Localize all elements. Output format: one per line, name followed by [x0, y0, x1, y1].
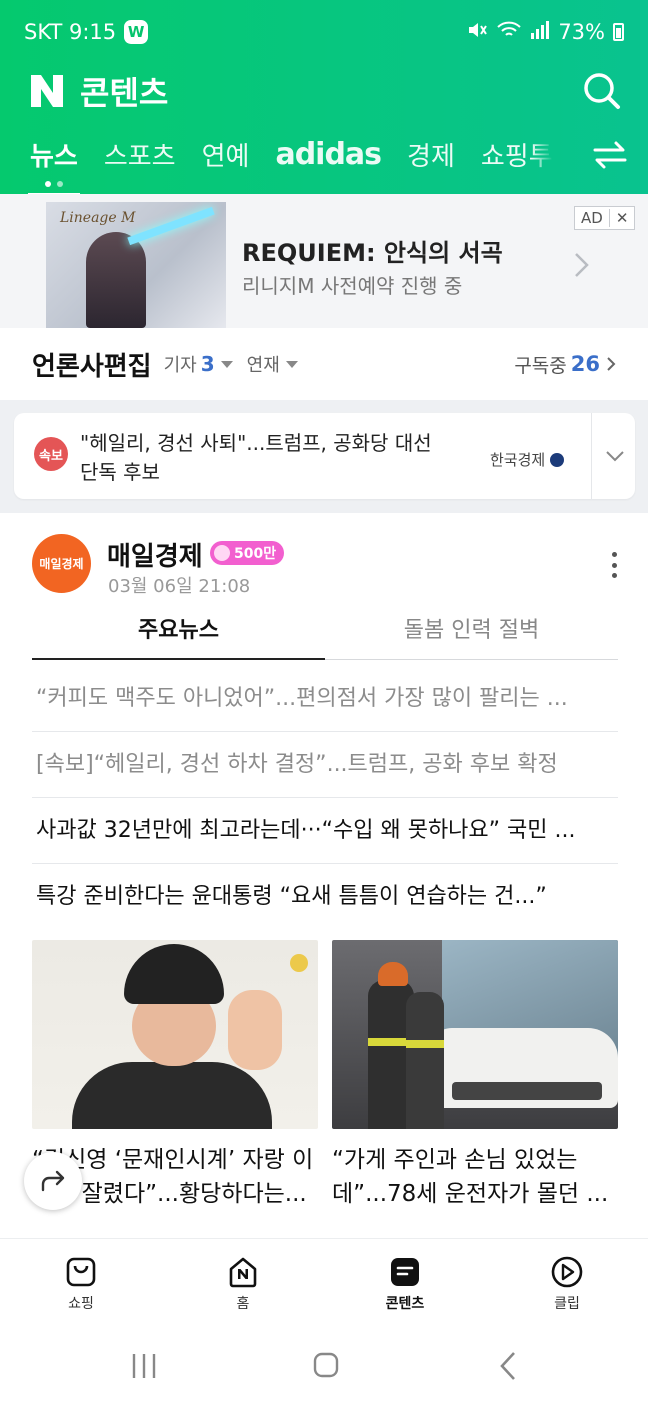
tab-main-news[interactable]: 주요뉴스 — [32, 606, 325, 660]
app-notification-icon: W — [124, 20, 149, 44]
ad-close-icon[interactable]: ✕ — [608, 209, 635, 227]
battery-percent: 73% — [558, 20, 605, 44]
status-carrier-time: SKT 9:15 — [24, 20, 117, 44]
subscriber-badge: 500만 — [210, 541, 285, 565]
home-nav-icon — [313, 1352, 339, 1378]
home-nav-button[interactable] — [306, 1348, 346, 1384]
tab-news[interactable]: 뉴스 — [28, 136, 80, 197]
more-options-icon[interactable] — [602, 548, 626, 582]
swap-arrows-icon — [593, 141, 627, 169]
wifi-icon — [496, 20, 522, 45]
publisher-name[interactable]: 매일경제 — [107, 536, 203, 573]
breaking-source: 한국경제 — [490, 449, 565, 470]
tab-economy[interactable]: 경제 — [407, 136, 455, 173]
search-button[interactable] — [580, 69, 624, 113]
bottom-tab-bar: 쇼핑 홈 콘텐츠 클립 — [0, 1238, 648, 1326]
headline-item[interactable]: 특강 준비한다는 윤대통령 “요새 틈틈이 연습하는 건...” — [32, 864, 618, 930]
ad-title[interactable]: REQUIEM: 안식의 서곡 — [242, 233, 503, 268]
top-header: SKT 9:15 W 73% 콘텐츠 뉴스 스포츠 연예 adidas 경제 쇼… — [0, 0, 648, 197]
expand-chevron-down-icon[interactable] — [604, 445, 626, 467]
news-thumbnail[interactable] — [32, 940, 318, 1129]
ad-game-logo: Lineage M — [60, 210, 136, 226]
publisher-tabs: 주요뉴스 돌봄 인력 절벽 — [32, 606, 618, 660]
home-icon — [229, 1257, 257, 1288]
edit-tabs-button[interactable] — [592, 140, 628, 170]
tabbar-home[interactable]: 홈 — [162, 1239, 324, 1326]
caret-down-icon — [220, 360, 233, 368]
star-icon — [214, 545, 230, 561]
press-edit-header: 언론사편집 기자 3 연재 구독중 26 — [0, 328, 648, 400]
mute-icon — [466, 20, 488, 45]
news-card-title[interactable]: “가게 주인과 손님 있었는데”...78세 운전자가 몰던 ... — [332, 1143, 618, 1211]
breaking-headline[interactable]: "헤일리, 경선 사퇴"...트럼프, 공화당 대선 단독 후보 — [80, 429, 440, 487]
signal-icon — [530, 20, 550, 45]
status-bar: SKT 9:15 W 73% — [24, 14, 624, 50]
ad-subtitle[interactable]: 리니지M 사전예약 진행 중 — [242, 270, 462, 299]
subscribed-link[interactable]: 구독중 26 — [514, 351, 618, 378]
tab-shopping[interactable]: 쇼핑투 — [481, 136, 553, 173]
news-cards: “김신영 ‘문재인시계’ 자랑 이유로 잘렸다”...황당하다는... “가게 … — [32, 940, 618, 1211]
tab-sports[interactable]: 스포츠 — [104, 136, 176, 173]
chevron-right-icon — [607, 357, 616, 371]
battery-icon — [613, 23, 624, 41]
breaking-badge: 속보 — [34, 437, 68, 471]
headline-item[interactable]: “커피도 맥주도 아니었어”...편의점서 가장 많이 팔리는 ... — [32, 666, 618, 732]
recent-apps-button[interactable] — [124, 1348, 164, 1384]
tab-page-dots — [44, 180, 63, 187]
tabbar-contents[interactable]: 콘텐츠 — [324, 1239, 486, 1326]
press-logo-icon — [550, 452, 565, 467]
page-title: 콘텐츠 — [80, 74, 169, 112]
system-nav-bar — [0, 1326, 648, 1404]
headline-list: “커피도 맥주도 아니었어”...편의점서 가장 많이 팔리는 ... [속보]… — [32, 666, 618, 930]
headline-item[interactable]: [속보]“헤일리, 경선 하차 결정”...트럼프, 공화 후보 확정 — [32, 732, 618, 798]
ad-label: AD — [581, 209, 603, 227]
news-card[interactable]: “가게 주인과 손님 있었는데”...78세 운전자가 몰던 ... — [332, 940, 618, 1211]
chevron-right-icon[interactable] — [570, 250, 592, 280]
back-chevron-icon — [500, 1352, 515, 1380]
ad-image[interactable]: Lineage M — [46, 202, 226, 328]
tabbar-shopping[interactable]: 쇼핑 — [0, 1239, 162, 1326]
naver-logo-icon[interactable] — [28, 72, 66, 110]
ad-badge[interactable]: AD ✕ — [574, 206, 636, 230]
caret-down-icon — [285, 360, 298, 368]
news-thumbnail[interactable] — [332, 940, 618, 1129]
tab-entertainment[interactable]: 연예 — [202, 136, 250, 173]
share-arrow-icon — [41, 1170, 65, 1192]
press-edit-title: 언론사편집 — [32, 351, 152, 382]
headline-item[interactable]: 사과값 32년만에 최고라는데···“수입 왜 못하나요” 국민 ... — [32, 798, 618, 864]
back-button[interactable] — [488, 1348, 528, 1384]
tabbar-clip[interactable]: 클립 — [486, 1239, 648, 1326]
publisher-logo[interactable]: 매일경제 — [32, 534, 91, 593]
search-icon — [584, 73, 620, 109]
breaking-news-card[interactable]: 속보 "헤일리, 경선 사퇴"...트럼프, 공화당 대선 단독 후보 한국경제 — [14, 413, 635, 499]
tab-adidas[interactable]: adidas — [275, 137, 382, 172]
share-button[interactable] — [24, 1152, 82, 1210]
publisher-datetime: 03월 06일 21:08 — [108, 576, 251, 597]
category-tabs: 뉴스 스포츠 연예 adidas 경제 쇼핑투 — [28, 132, 632, 197]
shopping-bag-icon — [66, 1257, 96, 1287]
contents-icon — [391, 1258, 419, 1286]
reporter-filter[interactable]: 기자 3 — [164, 351, 233, 377]
series-filter[interactable]: 연재 — [247, 351, 298, 377]
clip-play-icon — [551, 1256, 583, 1288]
tab-care-workforce[interactable]: 돌봄 인력 절벽 — [325, 606, 618, 659]
recent-apps-icon — [132, 1354, 156, 1378]
